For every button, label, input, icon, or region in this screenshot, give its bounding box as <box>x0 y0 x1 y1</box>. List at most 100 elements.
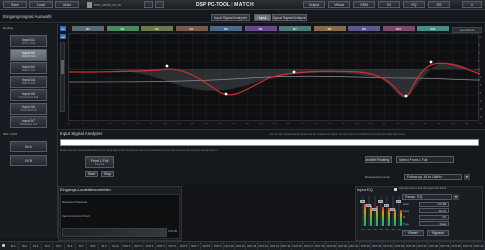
channel-level-bar[interactable] <box>62 228 167 237</box>
eq-bypass-button[interactable]: Bypass <box>427 230 449 236</box>
link-checkbox-icon[interactable] <box>394 188 397 191</box>
measurement-mode-dropdown-icon[interactable]: ▾ <box>464 174 470 180</box>
virtual-button[interactable]: Virtual <box>328 1 350 8</box>
band-a2[interactable]: A2 <box>60 34 66 39</box>
bottom-tab[interactable]: OUT 12 <box>247 242 258 250</box>
bottom-tab[interactable]: IN 2 <box>19 242 31 250</box>
bottom-tab[interactable]: OUT 32 <box>474 242 485 250</box>
sidebar-input-4[interactable]: Input A4 Rear R Full <box>10 75 47 88</box>
band-b6[interactable]: B6 <box>244 26 277 31</box>
bottom-tab[interactable]: OUT 3 <box>144 242 156 250</box>
bottom-tab[interactable]: OUT 5 <box>167 242 179 250</box>
channel-button[interactable]: Front L Full Input A1 <box>85 156 114 168</box>
close-button[interactable]: X <box>462 1 482 8</box>
sidebar-input-2[interactable]: Input A2 Front R Full <box>10 48 47 61</box>
bottom-tab[interactable]: IN 10 <box>110 242 122 250</box>
document-tab[interactable]: DSP_ADVM_V6_Dx <box>94 3 139 7</box>
band-b10[interactable]: B10 <box>382 26 415 31</box>
eq-scrollbar-thumb[interactable] <box>61 60 64 74</box>
bottom-tab[interactable]: OUT 4 <box>156 242 167 250</box>
bottom-tab[interactable]: OUT 29 <box>440 242 451 250</box>
measurement-mode-select[interactable]: Follow-up 16 to 16kHz <box>404 174 462 180</box>
bottom-tab[interactable]: OUT 20 <box>337 242 349 250</box>
band-b2[interactable]: B2 <box>106 26 139 31</box>
eq-param-value[interactable]: Peak <box>419 221 449 226</box>
bottom-tab[interactable]: OUT 24 <box>383 242 395 250</box>
bottom-tab[interactable]: OUT 30 <box>451 242 463 250</box>
bottom-tab[interactable]: OUT 10 <box>224 242 236 250</box>
bottom-tab[interactable]: IN 9 <box>99 242 111 250</box>
bottom-tab[interactable]: OUT 11 <box>235 242 247 250</box>
bottom-tab[interactable]: OUT 28 <box>428 242 440 250</box>
bus-button-in-b[interactable]: IN B <box>10 155 47 166</box>
bottom-tab[interactable]: IN 1 <box>8 242 20 250</box>
tab-input[interactable]: Input <box>254 14 271 21</box>
eq-scrollbar[interactable] <box>60 42 65 112</box>
transfer-routing-button[interactable]: Transfer Routing To <box>365 156 392 163</box>
eq-graph[interactable] <box>68 33 480 122</box>
bottom-tab[interactable]: OUT 14 <box>269 242 281 250</box>
bottom-tab[interactable]: OUT 2 <box>133 242 145 250</box>
fader-knob[interactable] <box>378 200 383 203</box>
bottom-tab[interactable]: OUT 16 <box>292 242 304 250</box>
tab-input-signal-analyzer[interactable]: Input Signal Analyzer <box>211 14 250 21</box>
tab-signal-analyzer[interactable]: Signal Signal Analyzer <box>272 14 307 21</box>
bottom-tab[interactable]: OUT 7 <box>190 242 202 250</box>
bottom-tab[interactable]: OUT 26 <box>406 242 417 250</box>
bottom-tab[interactable]: OUT 25 <box>394 242 406 250</box>
bottom-tab[interactable]: OUT 9 <box>212 242 224 250</box>
eq-param-value[interactable]: 20 Hz <box>419 208 449 213</box>
fader-knob[interactable] <box>366 204 371 207</box>
bottom-tab[interactable]: OUT 27 <box>417 242 429 250</box>
bottom-tab[interactable]: IN 6 <box>65 242 77 250</box>
bottom-tab[interactable]: OUT 23 <box>371 242 383 250</box>
fader-knob[interactable] <box>390 208 395 211</box>
bottom-tab[interactable]: IN 7 <box>76 242 88 250</box>
bottom-tab[interactable]: OUT 19 <box>326 242 338 250</box>
eq-type-dropdown-icon[interactable]: ▾ <box>453 194 459 200</box>
eq-reset-button[interactable]: Reset <box>402 230 424 236</box>
bottom-tab[interactable]: IN 8 <box>88 242 99 250</box>
bottom-tab[interactable]: IN 5 <box>53 242 65 250</box>
bottom-tab[interactable]: OUT 6 <box>178 242 190 250</box>
band-b9[interactable]: B9 <box>348 26 380 31</box>
bottom-tab[interactable]: OUT 15 <box>281 242 292 250</box>
band-a1[interactable]: A1 <box>60 26 66 31</box>
save-button[interactable]: Save <box>3 1 27 8</box>
eq-type-select[interactable]: Param. EQ <box>402 194 452 200</box>
fader-knob[interactable] <box>360 200 365 203</box>
eq-button[interactable]: EQ <box>403 1 425 8</box>
transfer-routing-select[interactable]: Select Front L Full <box>396 156 454 163</box>
in-button[interactable]: IN <box>378 1 400 8</box>
bottom-tab[interactable]: OUT 31 <box>462 242 474 250</box>
eq-param-value[interactable]: -0.0 dB <box>419 201 449 207</box>
bottom-tab[interactable]: OUT 21 <box>349 242 361 250</box>
band-b8[interactable]: B8 <box>313 26 346 31</box>
bottom-tab[interactable]: OUT 8 <box>201 242 213 250</box>
band-b1[interactable]: B1 <box>72 26 104 31</box>
sidebar-input-7[interactable]: Input A7 Subwoofer Full <box>10 116 47 128</box>
sidebar-input-3[interactable]: Input A3 Rear L Full <box>10 62 47 74</box>
output-button[interactable]: Output <box>303 1 325 8</box>
sidebar-input-1[interactable]: Input A1 Front L Full <box>10 35 47 47</box>
start-button[interactable]: Start <box>85 171 98 177</box>
bottom-tab[interactable]: OUT 22 <box>360 242 372 250</box>
toolbar-small-button-2[interactable] <box>155 1 164 8</box>
sidebar-input-5[interactable]: Input A5 Front Centre Full <box>10 89 47 101</box>
ds-button[interactable]: DS <box>428 1 450 8</box>
bottom-tab[interactable]: OUT 13 <box>258 242 270 250</box>
band-b7[interactable]: B7 <box>279 26 311 31</box>
fader-knob[interactable] <box>372 208 377 211</box>
bus-button-in-a[interactable]: IN A <box>10 141 47 152</box>
undo-button[interactable]: Undo <box>55 1 79 8</box>
fader-knob[interactable] <box>396 200 401 203</box>
eq-param-value[interactable]: 4.0 <box>419 214 449 220</box>
stop-button[interactable]: Stop <box>101 171 114 177</box>
bottom-tab[interactable]: OUT 18 <box>315 242 326 250</box>
load-button[interactable]: Load <box>29 1 53 8</box>
bottom-tab[interactable]: IN 3 <box>31 242 43 250</box>
toolbar-small-button-1[interactable] <box>144 1 153 8</box>
bottom-tab[interactable]: OUT 1 <box>122 242 133 250</box>
bottom-tab[interactable]: IN 4 <box>42 242 54 250</box>
oem-button[interactable]: OEM <box>353 1 375 8</box>
